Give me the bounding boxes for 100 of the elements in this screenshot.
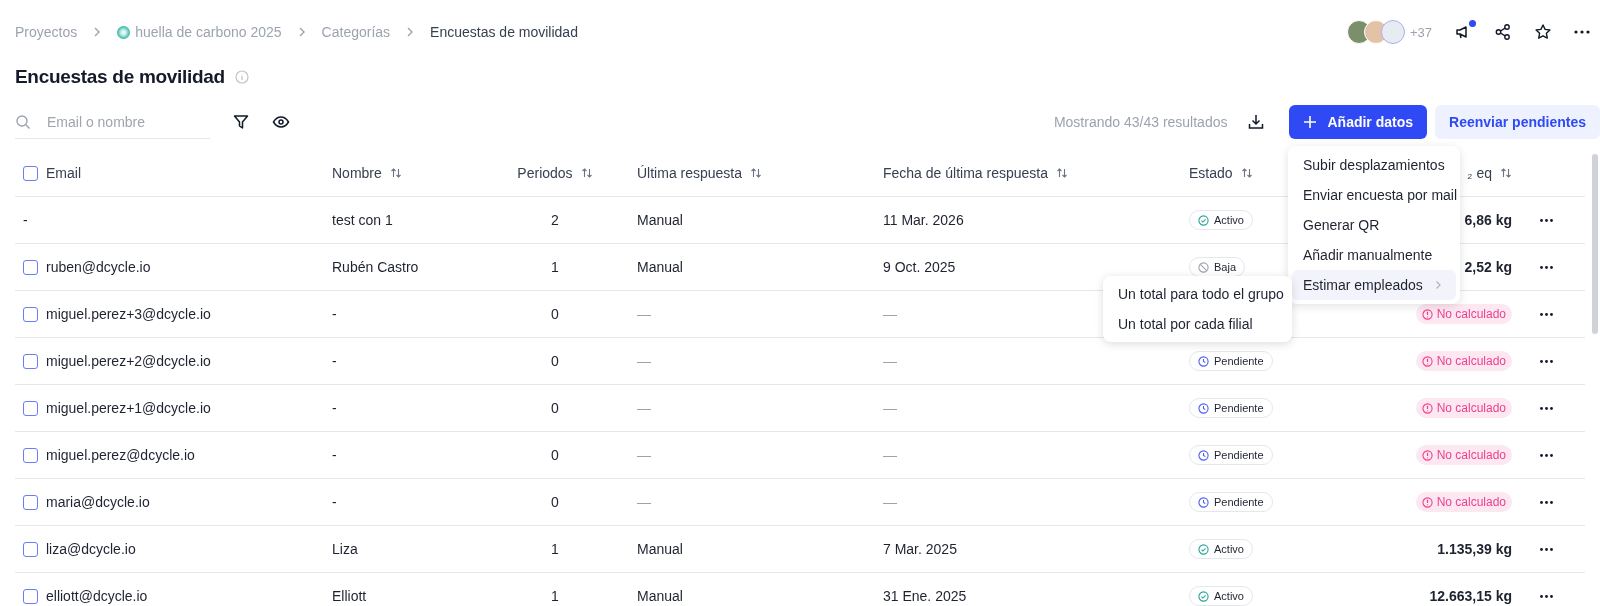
table-cell: 9 Oct. 2025 [883, 259, 956, 275]
table-cell: — [637, 306, 651, 322]
table-cell: — [883, 353, 897, 369]
menu-item[interactable]: Añadir manualmente [1292, 240, 1456, 270]
table-cell: miguel.perez+2@dcycle.io [46, 353, 211, 369]
checkbox[interactable] [23, 165, 38, 181]
co2-total: 12.663,15 kg [1429, 588, 1512, 604]
table-cell: Manual [637, 541, 683, 557]
table-cell: - [332, 353, 337, 369]
column-header[interactable]: Periodos [517, 165, 573, 181]
table-cell: 11 Mar. 2026 [883, 212, 964, 228]
table-cell: - [332, 447, 337, 463]
sort-icon[interactable] [1056, 167, 1068, 179]
checkbox[interactable] [23, 588, 38, 604]
table-cell: miguel.perez@dcycle.io [46, 447, 195, 463]
row-actions-icon[interactable] [1539, 547, 1553, 551]
column-header[interactable]: Fecha de última respuesta [883, 165, 1048, 181]
table-cell: 1 [551, 259, 559, 275]
table-cell: maria@dcycle.io [46, 494, 150, 510]
table-cell: Manual [637, 259, 683, 275]
column-header[interactable]: Email [46, 165, 81, 181]
checkbox[interactable] [23, 447, 38, 463]
table-cell: miguel.perez+1@dcycle.io [46, 400, 211, 416]
download-icon[interactable] [1247, 113, 1266, 131]
table-cell: — [637, 447, 651, 463]
search-icon [15, 113, 31, 130]
row-actions-icon[interactable] [1539, 265, 1553, 269]
table-cell: — [637, 494, 651, 510]
sort-icon[interactable] [580, 167, 593, 179]
table-cell: — [637, 353, 651, 369]
sort-icon[interactable] [1500, 167, 1512, 179]
chevron-icon [297, 26, 306, 38]
not-calculated-badge: No calculado [1415, 445, 1512, 465]
table-cell: — [883, 494, 897, 510]
table-cell: 0 [551, 400, 559, 416]
table-cell: 0 [551, 306, 559, 322]
project-dot-icon [117, 25, 131, 39]
more-icon[interactable] [1574, 30, 1590, 34]
scrollbar[interactable] [1592, 154, 1598, 334]
chevron-icon [406, 26, 415, 38]
table-cell: - [23, 212, 28, 228]
checkbox[interactable] [23, 353, 38, 369]
menu-item[interactable]: Enviar encuesta por mail [1292, 180, 1456, 210]
sort-icon[interactable] [1240, 167, 1253, 179]
sort-icon[interactable] [750, 167, 763, 179]
row-actions-icon[interactable] [1539, 218, 1553, 222]
checkbox[interactable] [23, 494, 38, 510]
table-cell: 31 Ene. 2025 [883, 588, 967, 604]
checkbox[interactable] [23, 306, 38, 322]
checkbox[interactable] [23, 400, 38, 416]
filter-icon[interactable] [232, 113, 250, 131]
table-cell: elliott@dcycle.io [46, 588, 148, 604]
sort-icon[interactable] [389, 167, 402, 179]
table-cell: ruben@dcycle.io [46, 259, 151, 275]
table-cell: Rubén Castro [332, 259, 419, 275]
table-cell: 7 Mar. 2025 [883, 541, 957, 557]
table-cell: — [637, 400, 651, 416]
table-cell: — [883, 447, 897, 463]
row-actions-icon[interactable] [1539, 406, 1553, 410]
table-cell: — [883, 400, 897, 416]
column-header[interactable]: Última respuesta [637, 165, 743, 181]
menu-item[interactable]: Un total por cada filial [1107, 309, 1288, 339]
menu-item[interactable]: Estimar empleados [1292, 270, 1456, 300]
table-cell: 1 [551, 541, 559, 557]
menu-item[interactable]: Subir desplazamientos [1292, 150, 1456, 180]
table-cell: 0 [551, 494, 559, 510]
table-cell: liza@dcycle.io [46, 541, 136, 557]
menu-item[interactable]: Un total para todo el grupo [1107, 279, 1288, 309]
table-cell: Manual [637, 212, 683, 228]
plus-icon [1303, 115, 1318, 129]
results-count: Mostrando 43/43 resultados [1053, 114, 1228, 130]
co2-total: 6,86 kg [1464, 212, 1512, 228]
row-actions-icon[interactable] [1539, 500, 1553, 504]
table-cell: 0 [551, 447, 559, 463]
eye-icon[interactable] [272, 113, 290, 131]
checkbox[interactable] [23, 259, 38, 275]
row-actions-icon[interactable] [1539, 594, 1553, 598]
column-header[interactable]: ₂ eq [1467, 165, 1492, 181]
table-cell: - [332, 400, 337, 416]
share-icon[interactable] [1494, 23, 1512, 41]
row-actions-icon[interactable] [1539, 453, 1553, 457]
column-header[interactable]: Estado [1189, 165, 1233, 181]
table-cell: miguel.perez+3@dcycle.io [46, 306, 211, 322]
add-data-button[interactable]: Añadir datos [1289, 105, 1428, 139]
menu-item[interactable]: Generar QR [1292, 210, 1456, 240]
resend-button[interactable]: Reenviar pendientes [1435, 105, 1600, 139]
table-cell: - [332, 494, 337, 510]
table-cell: Manual [637, 588, 683, 604]
checkbox[interactable] [23, 541, 38, 557]
table-cell: Liza [332, 541, 358, 557]
breadcrumb-current: Encuestas de movilidad [430, 24, 578, 40]
row-actions-icon[interactable] [1539, 312, 1553, 316]
table-cell: Elliott [332, 588, 367, 604]
star-icon[interactable] [1534, 23, 1552, 41]
row-actions-icon[interactable] [1539, 359, 1553, 363]
not-calculated-badge: No calculado [1415, 351, 1512, 371]
column-header[interactable]: Nombre [332, 165, 382, 181]
table-cell: 2 [551, 212, 559, 228]
table-cell: 1 [551, 588, 559, 604]
page-title: Encuestas de movilidad [15, 66, 225, 88]
